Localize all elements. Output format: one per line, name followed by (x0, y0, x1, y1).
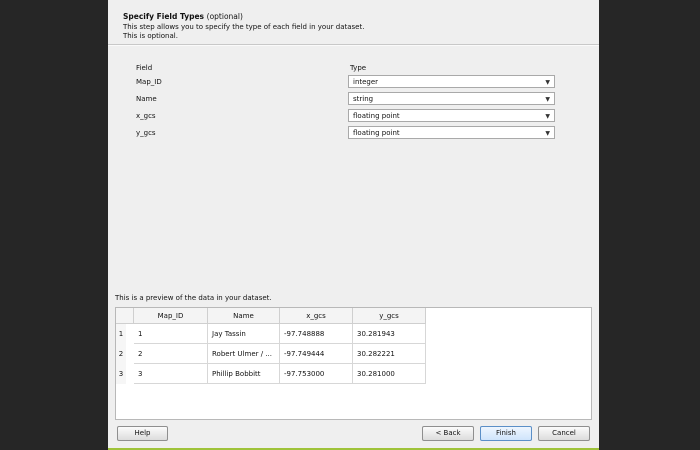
type-select[interactable]: string ▼ (348, 92, 555, 105)
row-number: 2 (116, 344, 126, 364)
finish-button[interactable]: Finish (480, 426, 532, 441)
row-number: 1 (116, 324, 126, 344)
table-cell[interactable]: 2 (134, 344, 208, 364)
table-cell[interactable]: 30.282221 (353, 344, 426, 364)
field-column-header: Field (136, 64, 153, 72)
step-description-line-1: This step allows you to specify the type… (123, 23, 365, 31)
chevron-down-icon: ▼ (545, 130, 550, 137)
cancel-button[interactable]: Cancel (538, 426, 590, 441)
table-cell[interactable]: -97.748888 (280, 324, 353, 344)
field-label: Name (136, 95, 157, 103)
type-select-value: floating point (353, 129, 400, 137)
row-number: 3 (116, 364, 126, 384)
table-cell[interactable]: 30.281000 (353, 364, 426, 384)
help-button[interactable]: Help (117, 426, 168, 441)
table-cell[interactable]: Robert Ulmer / ... (208, 344, 280, 364)
preview-table[interactable]: Map_ID Name x_gcs y_gcs 1 1 Jay Tassin -… (115, 307, 592, 420)
table-cell[interactable]: -97.753000 (280, 364, 353, 384)
type-select-value: integer (353, 78, 379, 86)
row-header-corner (116, 308, 134, 324)
table-cell[interactable]: Jay Tassin (208, 324, 280, 344)
type-select[interactable]: floating point ▼ (348, 126, 555, 139)
step-title-text: Specify Field Types (123, 12, 205, 21)
chevron-down-icon: ▼ (545, 113, 550, 120)
field-label: x_gcs (136, 112, 156, 120)
field-label: Map_ID (136, 78, 162, 86)
chevron-down-icon: ▼ (545, 79, 550, 86)
back-button[interactable]: < Back (422, 426, 474, 441)
type-column-header: Type (350, 64, 367, 72)
table-cell[interactable]: -97.749444 (280, 344, 353, 364)
header-divider (108, 44, 599, 46)
table-cell[interactable]: Phillip Bobbitt (208, 364, 280, 384)
step-title: Specify Field Types (optional) (123, 12, 243, 21)
table-cell[interactable]: 1 (134, 324, 208, 344)
field-label: y_gcs (136, 129, 156, 137)
preview-label: This is a preview of the data in your da… (115, 294, 272, 302)
step-description: This step allows you to specify the type… (123, 23, 364, 41)
step-description-line-2: This is optional. (123, 32, 178, 40)
column-header[interactable]: Map_ID (134, 308, 208, 324)
step-title-suffix: (optional) (206, 12, 243, 21)
column-header[interactable]: x_gcs (280, 308, 353, 324)
chevron-down-icon: ▼ (545, 96, 550, 103)
table-cell[interactable]: 30.281943 (353, 324, 426, 344)
column-header[interactable]: y_gcs (353, 308, 426, 324)
table-cell[interactable]: 3 (134, 364, 208, 384)
type-select[interactable]: floating point ▼ (348, 109, 555, 122)
column-header[interactable]: Name (208, 308, 280, 324)
dialog: Specify Field Types (optional) This step… (108, 0, 599, 450)
type-select-value: floating point (353, 112, 400, 120)
type-select[interactable]: integer ▼ (348, 75, 555, 88)
type-select-value: string (353, 95, 374, 103)
